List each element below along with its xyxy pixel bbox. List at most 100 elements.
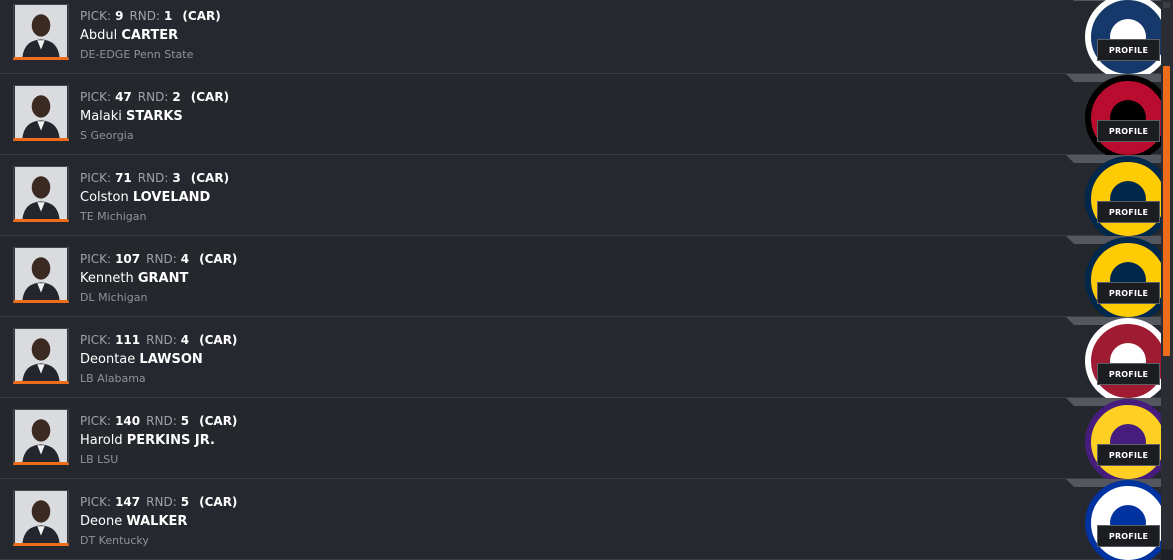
round-label: RND:	[137, 171, 169, 185]
player-last-name: CARTER	[121, 28, 179, 43]
pick-details: PICK: 140 RND: 5 (CAR) Harold PERKINS JR. LB…	[80, 412, 237, 469]
player-first-name: Deone	[80, 514, 123, 529]
pick-details: PICK: 9 RND: 1 (CAR) Abdul CARTER DE-EDGE Pe…	[80, 7, 221, 64]
pick-number: 147	[115, 495, 141, 509]
pick-label: PICK:	[80, 252, 112, 266]
round-label: RND:	[137, 90, 169, 104]
position-school: LB Alabama	[80, 372, 146, 385]
player-headshot	[13, 490, 69, 546]
round-number: 4	[180, 252, 190, 266]
pick-details: PICK: 71 RND: 3 (CAR) Colston LOVELAND TE Mi…	[80, 169, 229, 226]
team-abbr: (CAR)	[190, 90, 230, 104]
player-first-name: Deontae	[80, 352, 136, 367]
round-number: 4	[180, 333, 190, 347]
draft-pick-row-1[interactable]: PICK: 9 RND: 1 (CAR) Abdul CARTER DE-EDGE Pe…	[0, 0, 1161, 74]
team-abbr: (CAR)	[199, 495, 238, 509]
round-number: 5	[180, 414, 190, 428]
player-headshot	[13, 328, 69, 384]
pick-line: PICK: 71 RND: 3 (CAR)	[80, 169, 229, 188]
player-first-name: Colston	[80, 190, 129, 205]
draft-pick-row-6[interactable]: PICK: 140 RND: 5 (CAR) Harold PERKINS JR. LB…	[0, 398, 1161, 479]
pick-line: PICK: 107 RND: 4 (CAR)	[80, 250, 237, 269]
player-last-name: PERKINS JR.	[126, 433, 215, 448]
position-school: DT Kentucky	[80, 534, 149, 547]
pick-number: 111	[115, 333, 141, 347]
player-name[interactable]: Harold PERKINS JR.	[80, 431, 237, 450]
round-label: RND:	[129, 9, 161, 23]
player-last-name: WALKER	[126, 514, 188, 529]
profile-button[interactable]: PROFILE	[1097, 525, 1160, 547]
round-number: 1	[164, 9, 173, 23]
pick-number: 9	[115, 9, 124, 23]
pick-label: PICK:	[80, 333, 112, 347]
player-headshot	[13, 166, 69, 222]
player-last-name: GRANT	[137, 271, 189, 286]
team-abbr: (CAR)	[182, 9, 221, 23]
pick-line: PICK: 140 RND: 5 (CAR)	[80, 412, 237, 431]
draft-pick-row-4[interactable]: PICK: 107 RND: 4 (CAR) Kenneth GRANT DL Mich…	[0, 236, 1161, 317]
round-number: 3	[172, 171, 181, 185]
player-last-name: STARKS	[126, 109, 183, 124]
pick-line: PICK: 111 RND: 4 (CAR)	[80, 331, 237, 350]
draft-pick-row-3[interactable]: PICK: 71 RND: 3 (CAR) Colston LOVELAND TE Mi…	[0, 155, 1161, 236]
pick-label: PICK:	[80, 9, 112, 23]
position-school: DE-EDGE Penn State	[80, 48, 194, 61]
position-school: LB LSU	[80, 453, 119, 466]
player-last-name: LOVELAND	[132, 190, 211, 205]
team-abbr: (CAR)	[190, 171, 230, 185]
player-headshot	[13, 4, 69, 60]
profile-button[interactable]: PROFILE	[1097, 282, 1160, 304]
pick-number: 140	[115, 414, 141, 428]
scrollbar[interactable]	[1161, 0, 1173, 549]
round-label: RND:	[146, 414, 177, 428]
player-name[interactable]: Malaki STARKS	[80, 107, 229, 126]
pick-number: 107	[115, 252, 141, 266]
pick-details: PICK: 111 RND: 4 (CAR) Deontae LAWSON LB Ala…	[80, 331, 237, 388]
player-first-name: Harold	[80, 433, 123, 448]
round-number: 2	[172, 90, 181, 104]
player-name[interactable]: Kenneth GRANT	[80, 269, 237, 288]
round-number: 5	[180, 495, 190, 509]
team-abbr: (CAR)	[199, 252, 238, 266]
pick-details: PICK: 47 RND: 2 (CAR) Malaki STARKS S Georgi…	[80, 88, 229, 145]
player-headshot	[13, 85, 69, 141]
scroll-thumb[interactable]	[1163, 66, 1170, 356]
profile-button[interactable]: PROFILE	[1097, 39, 1160, 61]
draft-pick-row-2[interactable]: PICK: 47 RND: 2 (CAR) Malaki STARKS S Georgi…	[0, 74, 1161, 155]
round-label: RND:	[146, 495, 177, 509]
player-name[interactable]: Deontae LAWSON	[80, 350, 237, 369]
profile-button[interactable]: PROFILE	[1097, 444, 1160, 466]
player-first-name: Abdul	[80, 28, 118, 43]
pick-number: 71	[115, 171, 132, 185]
pick-line: PICK: 147 RND: 5 (CAR)	[80, 493, 237, 512]
pick-label: PICK:	[80, 414, 112, 428]
round-label: RND:	[146, 333, 177, 347]
player-name[interactable]: Colston LOVELAND	[80, 188, 229, 207]
player-last-name: LAWSON	[139, 352, 203, 367]
player-first-name: Malaki	[80, 109, 122, 124]
player-name[interactable]: Deone WALKER	[80, 512, 237, 531]
draft-pick-row-5[interactable]: PICK: 111 RND: 4 (CAR) Deontae LAWSON LB Ala…	[0, 317, 1161, 398]
pick-label: PICK:	[80, 171, 112, 185]
team-abbr: (CAR)	[199, 333, 238, 347]
profile-button[interactable]: PROFILE	[1097, 363, 1160, 385]
player-headshot	[13, 409, 69, 465]
team-abbr: (CAR)	[199, 414, 238, 428]
scroll-up-arrow[interactable]	[1163, 2, 1170, 8]
draft-pick-row-7[interactable]: PICK: 147 RND: 5 (CAR) Deone WALKER DT Kentu…	[0, 479, 1161, 560]
profile-button[interactable]: PROFILE	[1097, 201, 1160, 223]
pick-number: 47	[115, 90, 132, 104]
pick-details: PICK: 107 RND: 4 (CAR) Kenneth GRANT DL Mich…	[80, 250, 237, 307]
position-school: DL Michigan	[80, 291, 148, 304]
player-name[interactable]: Abdul CARTER	[80, 26, 221, 45]
player-headshot	[13, 247, 69, 303]
draft-picks-list: PICK: 9 RND: 1 (CAR) Abdul CARTER DE-EDGE Pe…	[0, 0, 1161, 560]
round-label: RND:	[146, 252, 177, 266]
profile-button[interactable]: PROFILE	[1097, 120, 1160, 142]
pick-line: PICK: 9 RND: 1 (CAR)	[80, 7, 221, 26]
position-school: TE Michigan	[80, 210, 147, 223]
player-first-name: Kenneth	[80, 271, 134, 286]
pick-label: PICK:	[80, 90, 112, 104]
pick-line: PICK: 47 RND: 2 (CAR)	[80, 88, 229, 107]
position-school: S Georgia	[80, 129, 134, 142]
